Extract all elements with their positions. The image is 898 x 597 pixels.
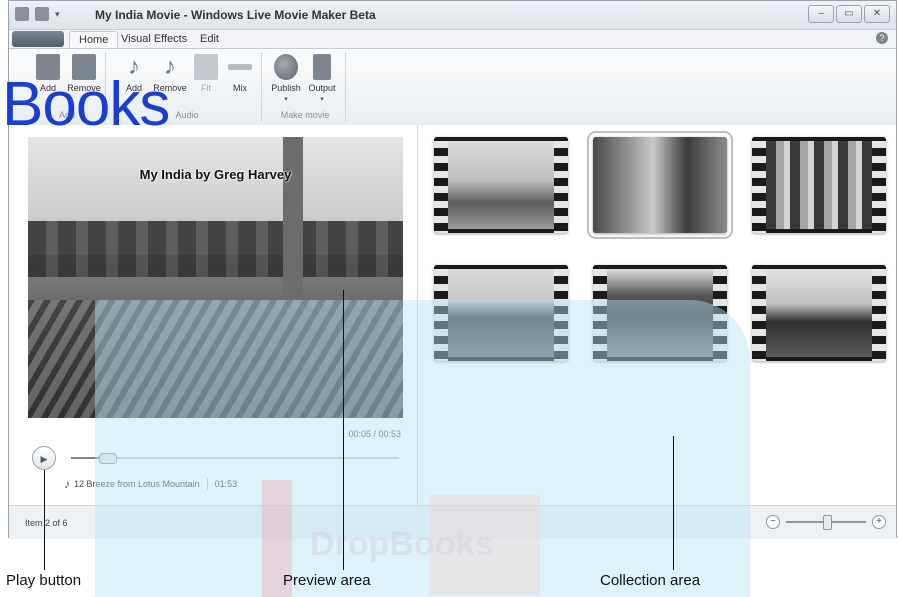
clip-thumbnail-2[interactable] — [587, 131, 733, 239]
clip-thumbnail-1[interactable] — [434, 137, 568, 233]
save-icon[interactable] — [35, 7, 49, 21]
globe-icon — [274, 54, 298, 80]
output-icon — [313, 54, 331, 80]
fit-icon — [194, 54, 218, 80]
watermark-text: DropBooks — [310, 525, 494, 563]
books-logo-overlay: Books — [2, 70, 170, 139]
mix-slider-icon — [228, 64, 252, 70]
video-frame-pole — [283, 137, 303, 297]
film-strip-right — [872, 265, 886, 361]
zoom-slider[interactable] — [786, 515, 866, 530]
play-button-callout: Play button — [6, 572, 82, 589]
preview-area-callout: Preview area — [283, 572, 371, 589]
app-icon — [15, 7, 29, 21]
title-bar: ▾ My India Movie - Windows Live Movie Ma… — [9, 1, 896, 30]
preview-callout-line — [343, 290, 344, 570]
mix-button[interactable]: Mix — [223, 54, 257, 93]
output-button[interactable]: Output ▾ — [305, 54, 339, 103]
tab-home[interactable]: Home — [69, 31, 119, 48]
video-frame-trees — [28, 221, 403, 278]
fit-music-button[interactable]: Fit — [189, 54, 223, 93]
help-icon[interactable]: ? — [876, 32, 888, 44]
publish-button[interactable]: Publish ▾ — [269, 54, 303, 103]
film-strip-right — [872, 137, 886, 233]
zoom-slider-thumb[interactable] — [823, 515, 832, 530]
collection-area-callout: Collection area — [600, 572, 701, 589]
music-note-icon: ♪ — [64, 477, 70, 491]
item-count: Item 2 of 6 — [25, 518, 68, 528]
clip-frame — [593, 137, 727, 233]
window-controls: – ▭ ✕ — [808, 5, 890, 23]
quick-access-toolbar: ▾ — [15, 7, 60, 21]
maximize-button[interactable]: ▭ — [836, 5, 862, 23]
zoom-control: − + — [766, 515, 886, 530]
clip-frame — [766, 269, 872, 357]
clip-thumbnail-3[interactable] — [752, 137, 886, 233]
tab-visual-effects[interactable]: Visual Effects — [112, 31, 196, 47]
play-icon: ▶ — [40, 454, 48, 464]
clip-frame — [766, 141, 872, 229]
film-strip-left — [752, 265, 766, 361]
collection-callout-line — [673, 436, 674, 570]
film-strip-left — [434, 137, 448, 233]
zoom-in-button[interactable]: + — [872, 515, 886, 529]
ribbon-tabs: Home Visual Effects Edit ? — [9, 29, 896, 49]
zoom-out-button[interactable]: − — [766, 515, 780, 529]
clip-thumbnail-6[interactable] — [752, 265, 886, 361]
window-title: My India Movie - Windows Live Movie Make… — [95, 8, 376, 22]
close-button[interactable]: ✕ — [864, 5, 890, 23]
video-title-overlay: My India by Greg Harvey — [139, 167, 292, 182]
minimize-button[interactable]: – — [808, 5, 834, 23]
qat-dropdown-icon[interactable]: ▾ — [55, 9, 60, 20]
tab-edit[interactable]: Edit — [191, 31, 228, 47]
ribbon-group-label: Make movie — [280, 110, 330, 120]
play-button[interactable]: ▶ — [32, 446, 56, 470]
play-callout-line — [44, 470, 45, 570]
clip-frame — [448, 141, 554, 229]
film-strip-right — [554, 137, 568, 233]
film-strip-left — [752, 137, 766, 233]
ribbon-group-make-movie: Publish ▾ Output ▾ Make movie — [265, 52, 346, 122]
application-menu-button[interactable] — [12, 31, 64, 47]
